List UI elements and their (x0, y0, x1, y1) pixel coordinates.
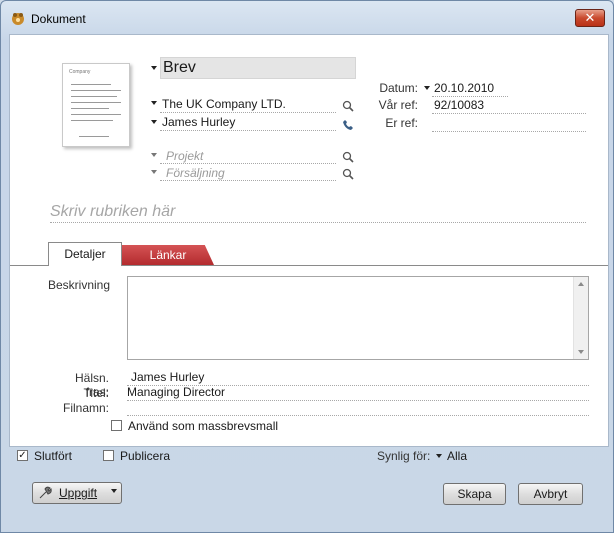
greeting-field[interactable]: James Hurley (131, 370, 204, 384)
document-title-field[interactable]: Brev (160, 57, 356, 79)
scroll-up-arrow-icon[interactable] (578, 282, 584, 286)
close-icon: ✕ (584, 10, 596, 25)
task-button-label: Uppgift (59, 486, 98, 500)
company-search-icon[interactable] (342, 100, 354, 112)
completed-label: Slutfört (34, 449, 73, 463)
details-panel: Beskrivning Hälsn. fras: James Hurley Ti… (10, 265, 608, 446)
description-scrollbar[interactable] (573, 277, 588, 359)
header-panel: Company Brev The UK Company LTD. James H… (10, 35, 608, 265)
date-field[interactable]: 20.10.2010 (434, 81, 494, 95)
visible-for-label: Synlig för: (377, 449, 431, 463)
description-textarea[interactable] (127, 276, 589, 360)
sales-search-icon[interactable] (342, 168, 354, 180)
tab-links[interactable]: Länkar (122, 245, 214, 265)
completed-checkbox[interactable]: ✓ (17, 450, 28, 461)
publish-checkbox[interactable] (103, 450, 114, 461)
document-thumbnail: Company (62, 63, 135, 152)
our-ref-label: Vår ref: (378, 98, 418, 112)
tab-strip: Detaljer Länkar (10, 242, 608, 266)
heading-field[interactable]: Skriv rubriken här (50, 203, 175, 221)
publish-label: Publicera (120, 449, 171, 463)
our-ref-field[interactable]: 92/10083 (434, 98, 484, 112)
sales-field[interactable]: Försäljning (166, 166, 225, 180)
create-button[interactable]: Skapa (443, 483, 506, 505)
sales-dropdown-arrow-icon[interactable] (151, 170, 157, 174)
company-field[interactable]: The UK Company LTD. (162, 97, 286, 111)
your-ref-label: Er ref: (385, 116, 418, 130)
contact-dropdown-arrow-icon[interactable] (151, 120, 157, 124)
phone-icon[interactable] (342, 119, 354, 131)
window-title: Dokument (31, 12, 86, 26)
title-dropdown-arrow-icon[interactable] (151, 66, 157, 70)
tool-icon (39, 486, 52, 499)
project-search-icon[interactable] (342, 151, 354, 163)
app-icon (12, 13, 24, 25)
close-button[interactable]: ✕ (575, 9, 605, 27)
company-dropdown-arrow-icon[interactable] (151, 101, 157, 105)
mail-merge-checkbox[interactable] (111, 420, 122, 431)
client-area: Company Brev The UK Company LTD. James H… (9, 34, 609, 447)
tab-details[interactable]: Detaljer (48, 242, 122, 266)
description-label: Beskrivning (48, 278, 111, 292)
visible-for-field[interactable]: Alla (447, 449, 467, 463)
task-button[interactable]: Uppgift (32, 482, 122, 504)
title-label: Titel: (83, 386, 109, 400)
visible-for-dropdown-arrow-icon[interactable] (436, 454, 442, 458)
task-dropdown-arrow-icon[interactable] (111, 489, 117, 493)
mail-merge-label: Använd som massbrevsmall (128, 419, 279, 433)
date-label: Datum: (379, 81, 418, 95)
dokument-window: Dokument ✕ Company Brev The UK Company L… (0, 0, 614, 533)
project-dropdown-arrow-icon[interactable] (151, 153, 157, 157)
title-field[interactable]: Managing Director (127, 385, 225, 399)
titlebar[interactable]: Dokument ✕ (1, 1, 613, 35)
cancel-button[interactable]: Avbryt (518, 483, 583, 505)
thumbnail-logo: Company (69, 69, 91, 75)
project-field[interactable]: Projekt (166, 149, 203, 163)
contact-field[interactable]: James Hurley (162, 115, 235, 129)
scroll-down-arrow-icon[interactable] (578, 350, 584, 354)
status-strip: ✓ Slutfört Publicera Synlig för: Alla (1, 447, 613, 467)
filename-label: Filnamn: (62, 401, 109, 415)
date-dropdown-arrow-icon[interactable] (424, 86, 430, 90)
